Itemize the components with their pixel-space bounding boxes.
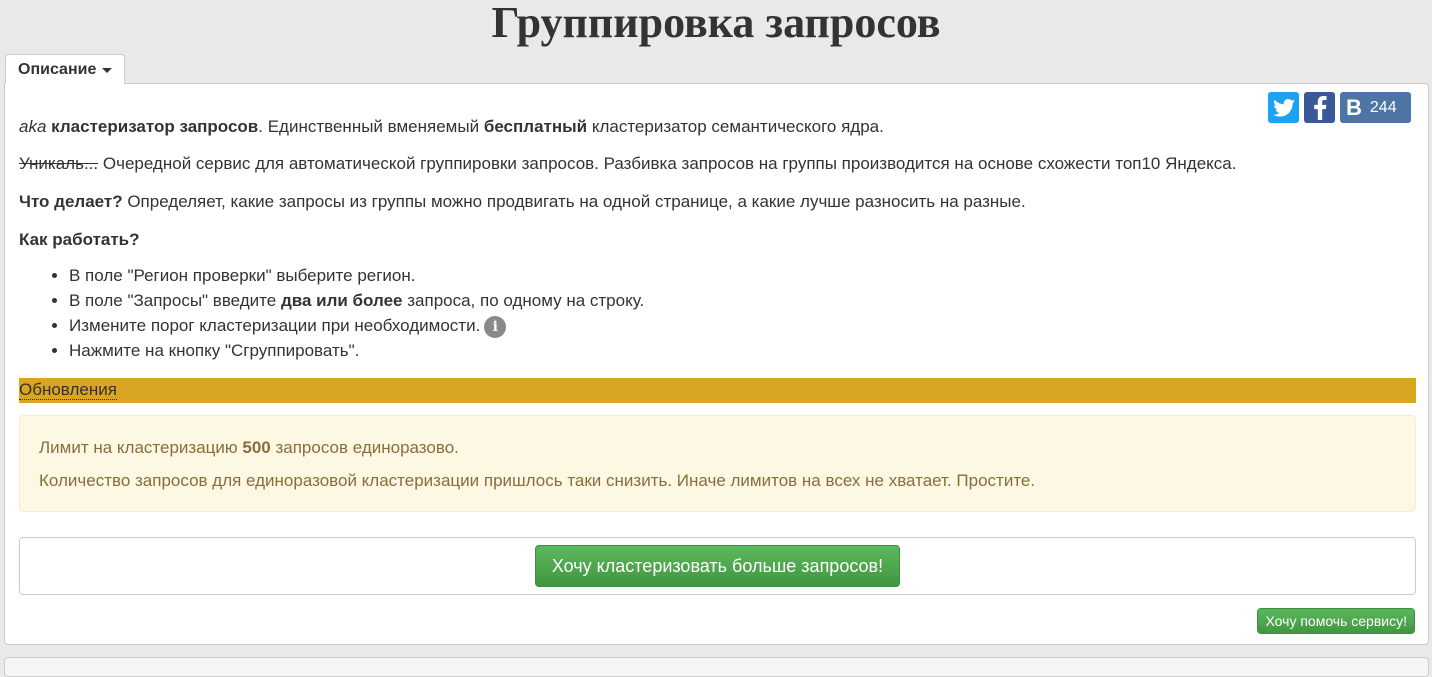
unique-text: Очередной сервис для автоматической груп… xyxy=(98,154,1237,173)
step-1-text: В поле "Регион проверки" выберите регион… xyxy=(69,266,416,285)
unique-paragraph: Уникаль... Очередной сервис для автомати… xyxy=(19,152,1236,176)
how-title: Как работать? xyxy=(19,230,140,249)
step-2-bold: два или более xyxy=(280,291,403,310)
cta-box: Хочу кластеризовать больше запросов! xyxy=(19,537,1416,595)
what-paragraph: Что делает? Определяет, какие запросы из… xyxy=(19,190,1026,214)
tab-description[interactable]: Описание xyxy=(5,54,126,84)
help-service-button[interactable]: Хочу помочь сервису! xyxy=(1257,608,1415,634)
list-item: В поле "Регион проверки" выберите регион… xyxy=(69,263,644,288)
vk-share-button[interactable]: В 244 xyxy=(1340,92,1411,123)
limit-notice-line-1: Лимит на кластеризацию 500 запросов един… xyxy=(39,436,1396,460)
updates-link[interactable]: Обновления xyxy=(19,380,117,400)
intro-text-a: . Единственный вменяемый xyxy=(258,117,484,136)
step-2-text-a: В поле "Запросы" введите xyxy=(69,291,281,310)
step-3-text: Измените порог кластеризации при необход… xyxy=(69,316,481,335)
description-panel: В 244 aka кластеризатор запросов. Единст… xyxy=(4,83,1429,645)
what-text: Определяет, какие запросы из группы можн… xyxy=(122,192,1026,211)
vk-icon: В xyxy=(1346,94,1362,120)
share-buttons: В 244 xyxy=(1268,92,1411,123)
vk-share-count: 244 xyxy=(1369,98,1397,116)
facebook-icon xyxy=(1313,95,1327,120)
list-item: Нажмите на кнопку "Сгруппировать". xyxy=(69,338,644,363)
limit-notice-line-2: Количество запросов для единоразовой кла… xyxy=(39,471,1036,490)
updates-bar: Обновления xyxy=(19,378,1416,403)
cluster-more-button[interactable]: Хочу кластеризовать больше запросов! xyxy=(534,545,901,587)
caret-down-icon xyxy=(102,68,113,73)
unique-strike-text: Уникаль... xyxy=(19,154,99,173)
limit-notice: Лимит на кластеризацию 500 запросов един… xyxy=(19,415,1416,512)
info-icon[interactable]: i xyxy=(484,315,507,338)
step-2-text-b: запроса, по одному на строку. xyxy=(402,291,645,310)
intro-paragraph: aka кластеризатор запросов. Единственный… xyxy=(19,115,884,139)
page-title: Группировка запросов xyxy=(491,0,941,47)
intro-text-b: кластеризатор семантического ядра. xyxy=(587,117,884,136)
intro-bold-clusterer: кластеризатор запросов xyxy=(51,117,259,136)
list-item: В поле "Запросы" введите два или более з… xyxy=(69,288,644,313)
step-4-text: Нажмите на кнопку "Сгруппировать". xyxy=(69,341,360,360)
list-item: Измените порог кластеризации при необход… xyxy=(69,313,644,338)
facebook-share-button[interactable] xyxy=(1304,92,1335,123)
intro-bold-free: бесплатный xyxy=(483,117,588,136)
how-steps-list: В поле "Регион проверки" выберите регион… xyxy=(19,263,644,363)
limit-text-b: запросов единоразово. xyxy=(270,438,459,457)
limit-number: 500 xyxy=(242,438,271,457)
what-bold: Что делает? xyxy=(19,192,123,211)
tab-description-label: Описание xyxy=(18,60,97,78)
bottom-panel xyxy=(4,657,1429,677)
twitter-icon xyxy=(1272,98,1295,117)
aka-text: aka xyxy=(19,117,47,136)
twitter-share-button[interactable] xyxy=(1268,92,1299,123)
limit-text-a: Лимит на кластеризацию xyxy=(39,438,243,457)
